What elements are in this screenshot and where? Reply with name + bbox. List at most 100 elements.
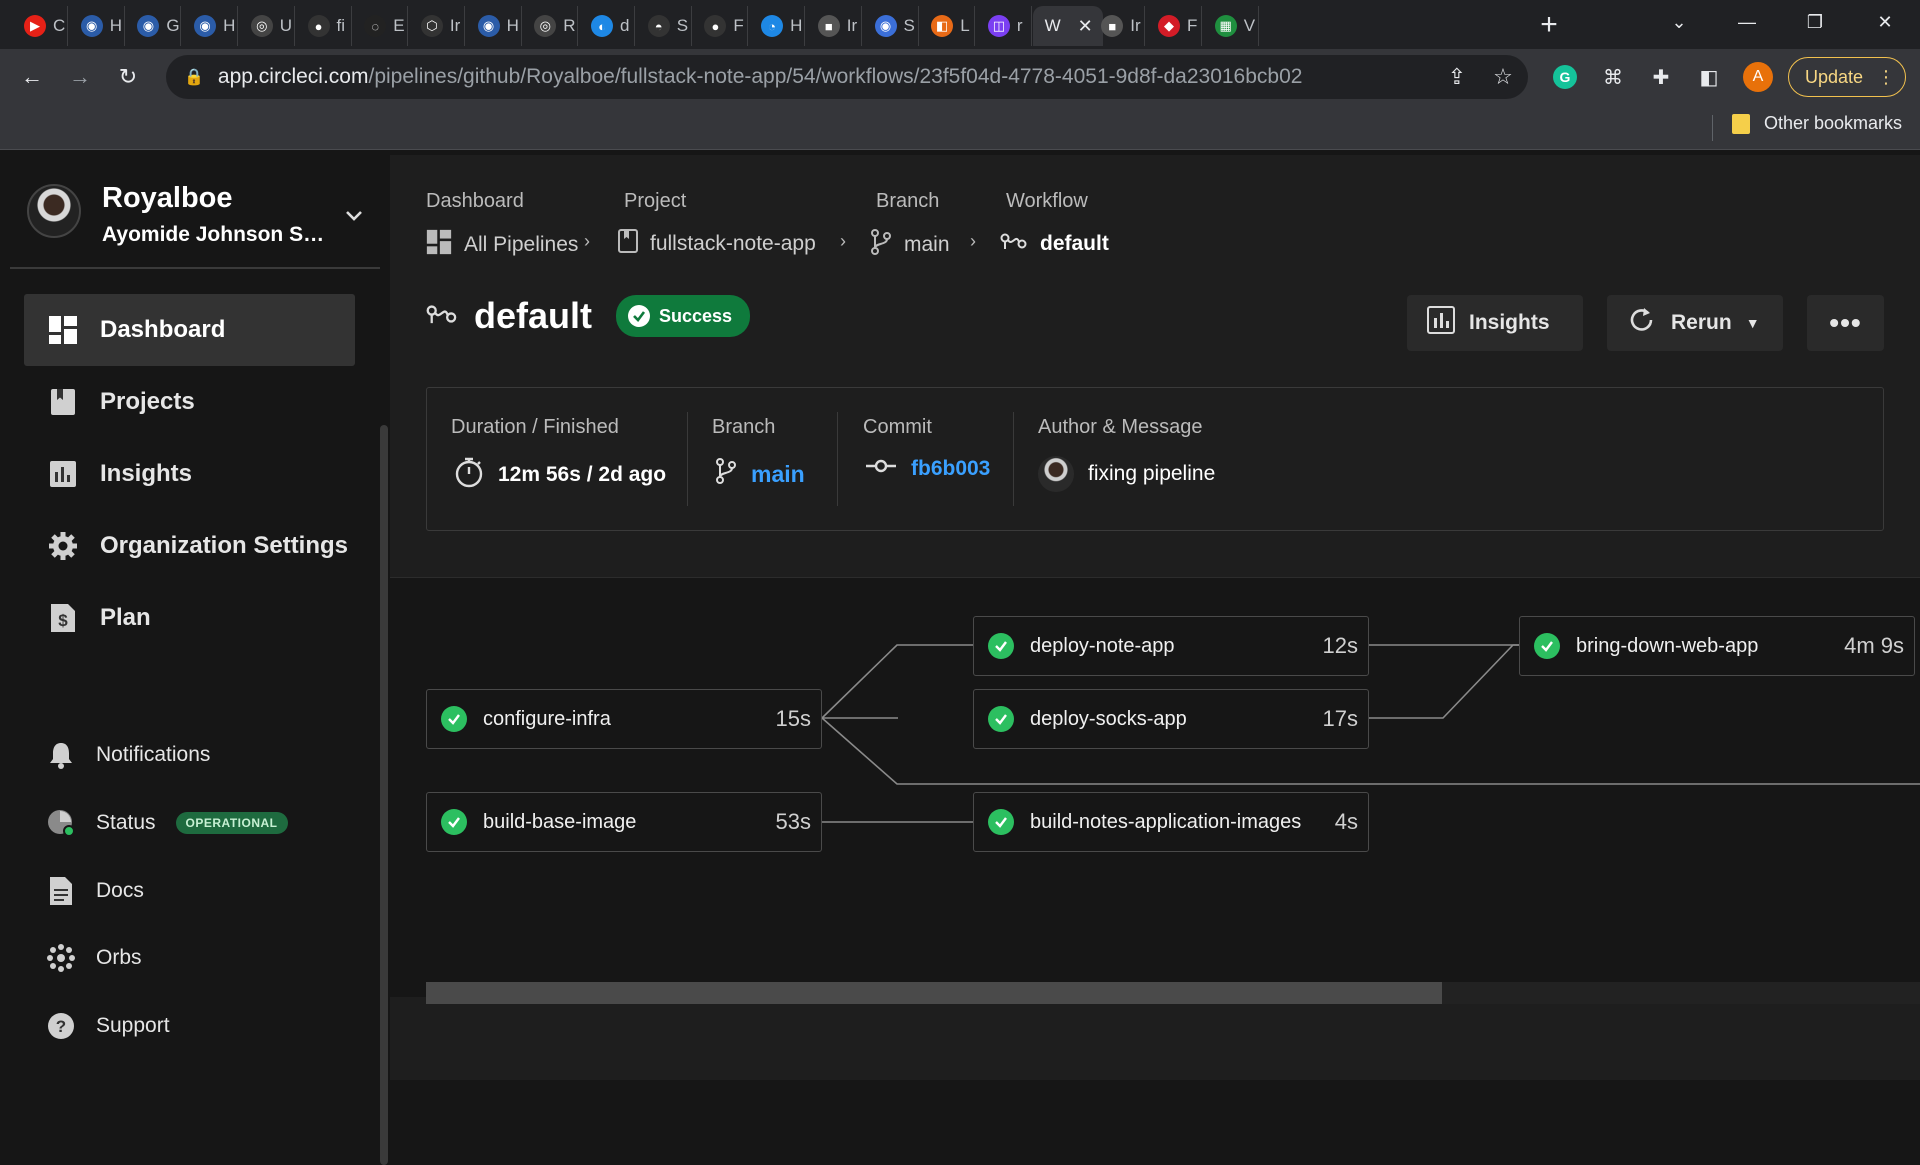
update-button[interactable]: Update ⋮: [1788, 57, 1906, 97]
page-title: default: [474, 295, 593, 336]
browser-tabstrip: ▶ C ◉ H ◉ G ◉ H ◎ U ● fi ◌ E ⬡ Ir ◉ H ◎ R ◐ d ◓ S ● F ◔ H ■ Ir ◉ S ◧ L ◫ r W…: [0, 0, 1920, 49]
browser-tab[interactable]: ▦ V: [1203, 6, 1259, 46]
forward-icon[interactable]: →: [64, 61, 96, 93]
reload-icon[interactable]: ↻: [112, 61, 144, 93]
success-check-icon: [441, 706, 467, 732]
sidebar-item-plan[interactable]: $ Plan: [24, 582, 355, 654]
share-icon[interactable]: ⇪: [1442, 62, 1472, 92]
close-window-icon[interactable]: ✕: [1856, 0, 1914, 44]
sidebar-item-projects[interactable]: Projects: [24, 366, 355, 438]
stopwatch-icon: [454, 456, 484, 494]
caret-down-icon: ▼: [1745, 315, 1760, 331]
menu-dots-icon[interactable]: ⋮: [1877, 67, 1895, 88]
sidebar-item-label: Status: [96, 811, 156, 834]
sidebar-item-label: Projects: [100, 388, 195, 415]
browser-tab[interactable]: ◧ L: [919, 6, 976, 46]
browser-tab[interactable]: ▶ C: [12, 6, 68, 46]
status-badge: Success: [616, 295, 751, 337]
grammarly-icon[interactable]: G: [1550, 62, 1580, 92]
job-configure-infra[interactable]: configure-infra 15s: [426, 689, 822, 749]
other-bookmarks[interactable]: Other bookmarks: [1732, 113, 1902, 134]
job-bring-down-web-app[interactable]: bring-down-web-app 4m 9s: [1519, 616, 1915, 676]
browser-tab[interactable]: ⬡ Ir: [409, 6, 465, 46]
browser-tab[interactable]: ● F: [692, 6, 749, 46]
url-field[interactable]: 🔒 app.circleci.com/pipelines/github/Roya…: [166, 55, 1528, 99]
tab-favicon-icon: ◉: [194, 15, 217, 37]
breadcrumb-project[interactable]: fullstack-note-app: [618, 229, 816, 259]
browser-tab[interactable]: ◆ F: [1146, 6, 1202, 46]
tab-title: S: [676, 16, 689, 35]
browser-tab[interactable]: ■ Ir: [806, 6, 862, 46]
commit-icon: [865, 456, 897, 482]
tab-title: R: [563, 16, 576, 35]
help-icon: ?: [46, 1011, 76, 1041]
browser-tab[interactable]: ◫ r: [976, 6, 1032, 46]
breadcrumb-all-pipelines[interactable]: All Pipelines: [426, 229, 578, 261]
sidebar: Royalboe Ayomide Johnson Sal... Dashboar…: [0, 155, 390, 1165]
tab-favicon-icon: ■: [817, 15, 840, 37]
job-deploy-note-app[interactable]: deploy-note-app 12s: [973, 616, 1369, 676]
browser-tab[interactable]: ◉ S: [863, 6, 919, 46]
breadcrumb-text: main: [904, 233, 950, 256]
restore-icon[interactable]: ❐: [1786, 0, 1844, 44]
rerun-button[interactable]: Rerun ▼: [1607, 295, 1783, 351]
insights-button[interactable]: Insights: [1407, 295, 1583, 351]
summary-divider: [1013, 412, 1014, 506]
job-name: deploy-socks-app: [1030, 707, 1187, 730]
tab-favicon-icon: ●: [704, 15, 727, 37]
sidebar-item-insights[interactable]: Insights: [24, 438, 355, 510]
new-tab-button[interactable]: +: [1532, 10, 1566, 44]
tab-search-icon[interactable]: ⌄: [1650, 0, 1708, 44]
job-deploy-socks-app[interactable]: deploy-socks-app 17s: [973, 689, 1369, 749]
commit-link[interactable]: fb6b003: [865, 456, 990, 482]
minimize-icon[interactable]: —: [1718, 0, 1776, 44]
folder-icon: [1732, 113, 1750, 134]
breadcrumb-label: Branch: [876, 190, 940, 212]
sidebar-item-docs[interactable]: Docs: [46, 871, 144, 911]
extensions-icon[interactable]: ✚: [1646, 62, 1676, 92]
browser-tab[interactable]: ◌ E: [352, 6, 409, 46]
sidebar-item-support[interactable]: ? Support: [46, 1006, 170, 1046]
bookmark-star-icon[interactable]: ☆: [1488, 62, 1518, 92]
browser-tab[interactable]: ◔ H: [749, 6, 806, 46]
browser-tab[interactable]: ◉ H: [182, 6, 239, 46]
browser-tab[interactable]: ◉ G: [125, 6, 182, 46]
sidebar-item-notifications[interactable]: Notifications: [46, 735, 210, 775]
org-switcher[interactable]: Royalboe Ayomide Johnson Sal...: [25, 180, 380, 270]
branch-label: Branch: [712, 416, 776, 438]
browser-tab[interactable]: ■ Ir: [1089, 6, 1146, 46]
profile-avatar[interactable]: A: [1743, 62, 1773, 92]
graph-horizontal-scrollbar[interactable]: [426, 982, 1442, 1004]
svg-text:$: $: [58, 611, 68, 630]
job-build-notes-application-images[interactable]: build-notes-application-images 4s: [973, 792, 1369, 852]
sidebar-scrollbar[interactable]: [380, 425, 388, 1165]
browser-tab[interactable]: ◎ U: [239, 6, 295, 46]
tab-title: V: [1243, 16, 1256, 35]
org-name: Royalboe: [102, 182, 233, 214]
back-icon[interactable]: ←: [16, 61, 48, 93]
browser-tab[interactable]: ◐ d: [579, 6, 635, 46]
job-duration: 53s: [775, 809, 811, 834]
more-options-button[interactable]: •••: [1807, 295, 1884, 351]
duration-label: Duration / Finished: [451, 416, 619, 438]
side-panel-icon[interactable]: ◧: [1694, 62, 1724, 92]
job-name: build-notes-application-images: [1030, 810, 1302, 833]
browser-tab[interactable]: ◓ S: [636, 6, 692, 46]
job-build-base-image[interactable]: build-base-image 53s: [426, 792, 822, 852]
browser-tab[interactable]: ◉ H: [466, 6, 522, 46]
breadcrumb-label: Workflow: [1006, 190, 1088, 212]
browser-tab[interactable]: ● fi: [296, 6, 352, 46]
sidebar-item-orbs[interactable]: Orbs: [46, 938, 142, 978]
chevron-down-icon[interactable]: [343, 204, 369, 230]
branch-link[interactable]: main: [715, 456, 805, 492]
sidebar-item-status[interactable]: Status OPERATIONAL: [46, 803, 288, 843]
tab-title: H: [223, 16, 236, 35]
breadcrumb-workflow[interactable]: default: [1000, 229, 1109, 259]
browser-tab[interactable]: ◎ R: [522, 6, 579, 46]
sidebar-item-dashboard[interactable]: Dashboard: [24, 294, 355, 366]
sidebar-item-organization-settings[interactable]: Organization Settings: [24, 510, 355, 582]
browser-tab[interactable]: ◉ H: [69, 6, 125, 46]
translate-extension-icon[interactable]: ⌘: [1598, 62, 1628, 92]
workflow-icon: [1000, 229, 1028, 259]
breadcrumb-branch[interactable]: main: [870, 229, 950, 261]
